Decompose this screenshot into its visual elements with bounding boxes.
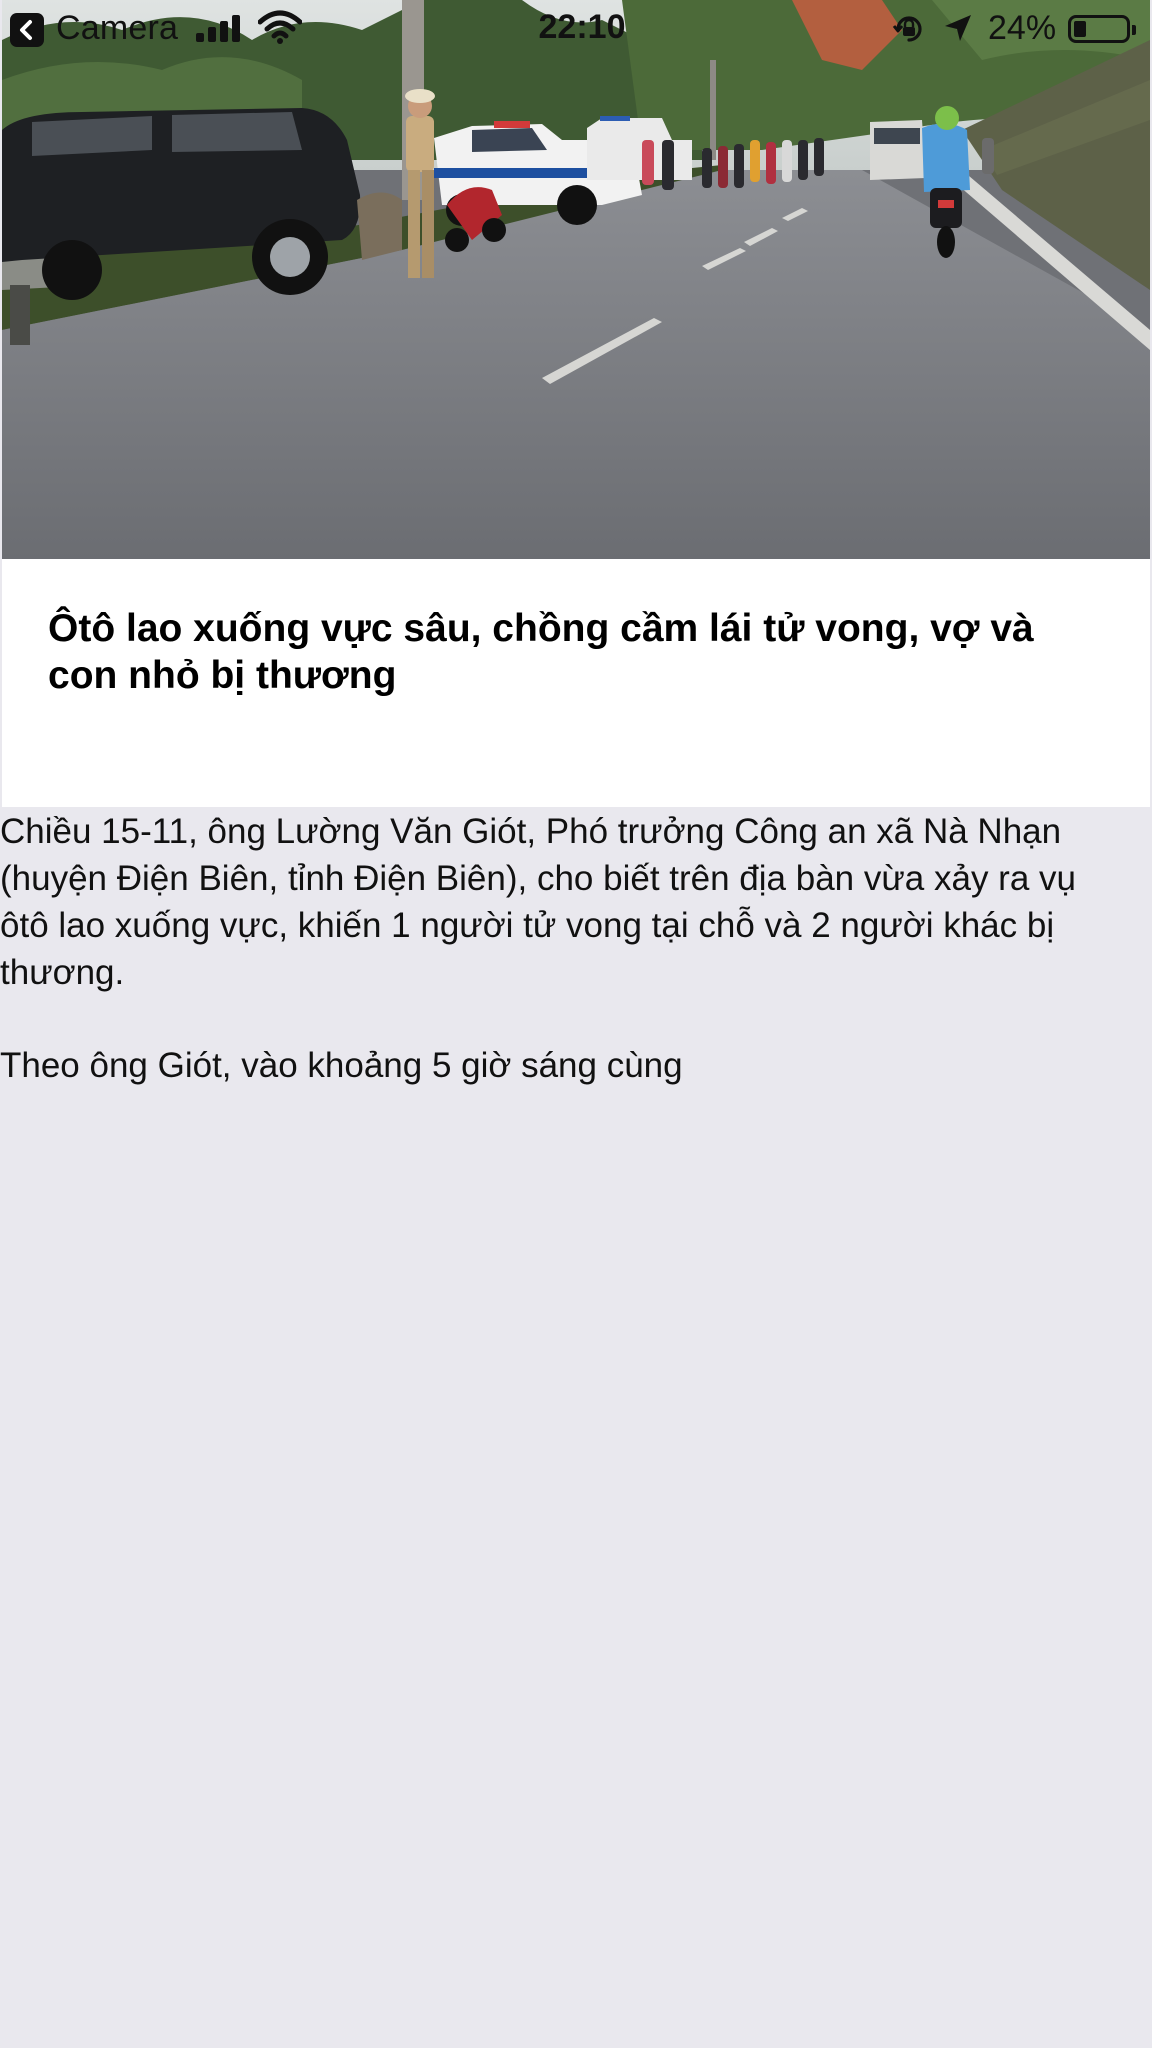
status-bar: Camera 22:10 24% (0, 0, 1152, 58)
location-arrow-icon (945, 15, 971, 41)
status-time: 22:10 (538, 8, 626, 46)
battery-percentage: 24% (988, 9, 1057, 47)
rotation-lock-icon (892, 16, 922, 42)
article-title: Ôtô lao xuống vực sâu, chồng cầm lái tử … (48, 607, 1034, 697)
article-title-card: Ôtô lao xuống vực sâu, chồng cầm lái tử … (2, 559, 1150, 807)
article-hero-photo (2, 0, 1150, 559)
battery-nub (1132, 25, 1136, 35)
battery-level-fill (1074, 21, 1086, 37)
article-paragraph: Chiều 15-11, ông Lường Văn Giót, Phó trư… (0, 812, 1076, 992)
battery-icon (1068, 15, 1136, 43)
article-paragraph: Theo ông Giót, vào khoảng 5 giờ sáng cùn… (0, 1046, 683, 1085)
article-body: Chiều 15-11, ông Lường Văn Giót, Phó trư… (0, 808, 1130, 1135)
